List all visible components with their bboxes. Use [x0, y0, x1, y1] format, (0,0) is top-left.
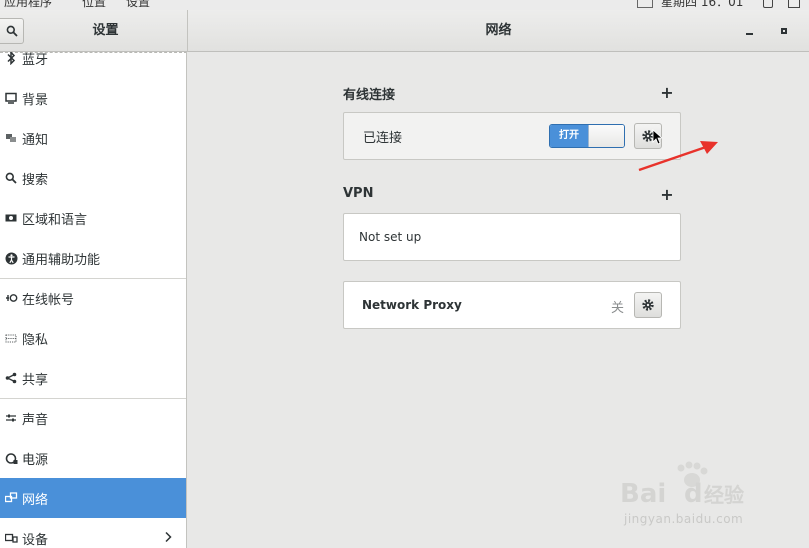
volume-icon[interactable] [763, 0, 773, 8]
svg-text:经验: 经验 [704, 483, 744, 507]
baidu-watermark: Bai d 经验 jingyan.baidu.com [618, 458, 768, 528]
accessibility-icon [0, 252, 22, 265]
wired-switch[interactable]: 打开 [549, 124, 625, 148]
watermark-url: jingyan.baidu.com [624, 512, 744, 526]
maximize-button[interactable] [775, 22, 793, 40]
sidebar-item-label: 隐私 [22, 332, 49, 348]
sidebar-item-label: 区域和语言 [22, 212, 88, 228]
sidebar-item-region[interactable]: 区域和语言 [0, 198, 186, 238]
vpn-status: Not set up [359, 230, 422, 244]
switch-knob [588, 125, 624, 147]
minimize-button[interactable] [740, 22, 758, 40]
annotation-arrow-icon [638, 141, 718, 172]
sidebar-item-privacy[interactable]: 隐私 [0, 318, 186, 358]
sidebar-item-label: 通用辅助功能 [22, 252, 101, 268]
search-icon [0, 172, 22, 184]
network-proxy-label: Network Proxy [362, 298, 462, 312]
vpn-card: Not set up [343, 213, 681, 261]
notification-icon [0, 132, 22, 144]
sidebar-item-background[interactable]: 背景 [0, 78, 186, 118]
clock[interactable]: 星期四 16：01 [661, 0, 743, 10]
power-icon [0, 452, 22, 465]
wired-connection-card: 已连接 打开 [343, 112, 681, 160]
display-icon [0, 92, 22, 104]
switch-on-label: 打开 [550, 125, 588, 147]
sidebar-item-accessibility[interactable]: 通用辅助功能 [0, 238, 186, 278]
sidebar-item-label: 电源 [22, 452, 49, 468]
sidebar-item-sharing[interactable]: 共享 [0, 358, 186, 398]
vpn-section-title: VPN [343, 186, 374, 201]
applications-menu[interactable]: 应用程序 [4, 0, 52, 10]
system-top-bar: 应用程序 位置 设置 星期四 16：01 [0, 0, 809, 10]
proxy-settings-button[interactable] [634, 292, 662, 318]
network-icon [0, 492, 22, 504]
proxy-state: 关 [611, 301, 625, 316]
svg-text:d: d [684, 479, 703, 508]
sidebar-item-label: 通知 [22, 132, 49, 148]
sidebar-item-label: 共享 [22, 372, 49, 388]
online-accounts-icon [0, 292, 22, 304]
minimize-icon [745, 33, 753, 35]
settings-menu[interactable]: 设置 [126, 0, 150, 10]
sidebar-item-label: 声音 [22, 412, 49, 428]
search-icon [6, 25, 18, 37]
sidebar-item-bluetooth[interactable]: 蓝牙 [0, 52, 186, 78]
maximize-icon [781, 28, 787, 34]
wired-section-title: 有线连接 [343, 88, 396, 103]
sidebar-item-online-accounts[interactable]: 在线帐号 [0, 278, 186, 318]
sidebar-item-search[interactable]: 搜索 [0, 158, 186, 198]
privacy-icon [0, 332, 22, 344]
sidebar-item-label: 搜索 [22, 172, 49, 188]
baidu-jingyan-logo: Bai d 经验 [620, 461, 744, 509]
gear-icon [642, 299, 654, 311]
sidebar-item-notifications[interactable]: 通知 [0, 118, 186, 158]
sidebar-item-label: 在线帐号 [22, 292, 75, 308]
settings-sidebar: 蓝牙 背景 通知 搜索 区域和语言 通用辅助功能 在线帐号 隐私 共享 声音 电… [0, 52, 187, 548]
sidebar-item-network[interactable]: 网络 [0, 478, 186, 518]
sidebar-item-label: 网络 [22, 492, 49, 508]
network-proxy-card: Network Proxy 关 [343, 281, 681, 329]
places-menu[interactable]: 位置 [82, 0, 106, 10]
search-button[interactable] [0, 18, 24, 44]
sidebar-item-devices[interactable]: 设备 [0, 518, 186, 548]
header-bar: 设置 网络 [0, 10, 809, 52]
svg-text:Bai: Bai [620, 479, 666, 508]
bluetooth-icon [0, 52, 22, 65]
add-wired-button[interactable]: + [659, 83, 675, 102]
region-icon [0, 212, 22, 224]
sidebar-item-sound[interactable]: 声音 [0, 398, 186, 438]
network-status-icon[interactable] [788, 0, 800, 8]
sidebar-item-power[interactable]: 电源 [0, 438, 186, 478]
sidebar-item-label: 蓝牙 [22, 52, 49, 68]
sidebar-item-label: 设备 [22, 532, 49, 548]
sidebar-item-label: 背景 [22, 92, 49, 108]
settings-title: 设置 [92, 23, 119, 38]
wired-status: 已连接 [363, 131, 403, 146]
calendar-icon[interactable] [637, 0, 653, 8]
chevron-right-icon [164, 531, 172, 547]
page-title: 网络 [485, 23, 512, 38]
share-icon [0, 372, 22, 384]
sound-icon [0, 412, 22, 424]
devices-icon [0, 532, 22, 544]
add-vpn-button[interactable]: + [659, 185, 675, 204]
